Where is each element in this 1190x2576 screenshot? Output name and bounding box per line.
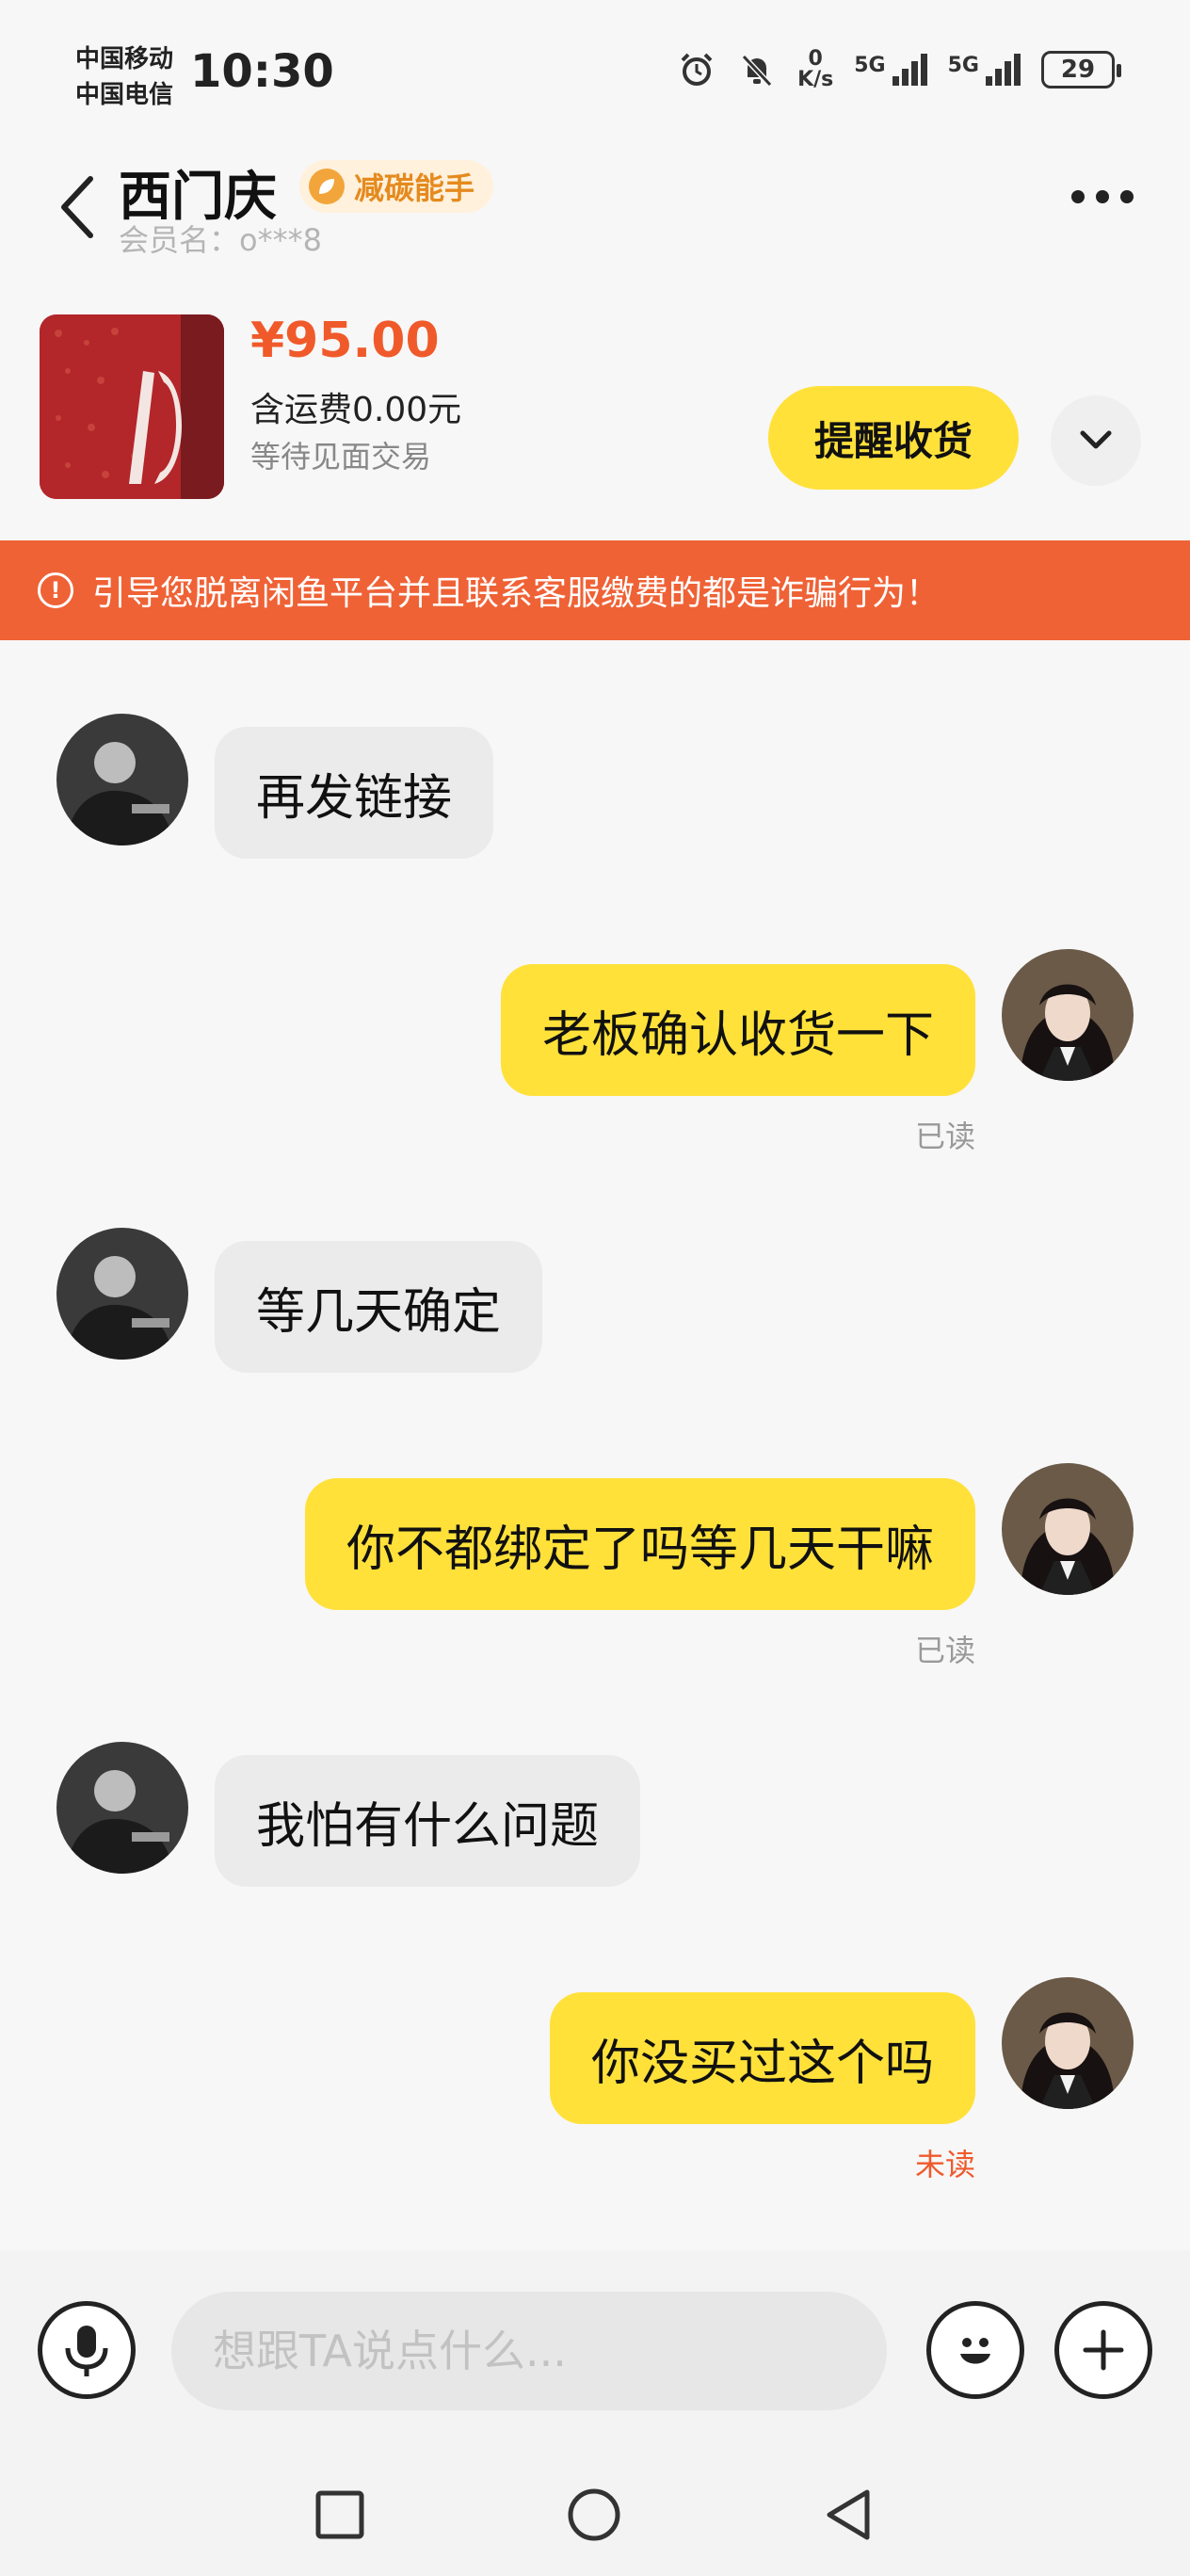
plus-icon — [1083, 2329, 1124, 2371]
mute-bell-icon — [737, 50, 777, 89]
product-card[interactable]: ¥95.00 含运费0.00元 等待见面交易 提醒收货 — [0, 292, 1190, 508]
status-bar: 中国移动 中国电信 10:30 0 K/s 5G 5G 29 — [0, 0, 1190, 141]
my-avatar[interactable] — [1002, 1463, 1134, 1595]
back-nav-button[interactable] — [815, 2482, 881, 2548]
triangle-back-icon — [827, 2489, 870, 2540]
unread-receipt: 未读 — [914, 2147, 975, 2182]
signal-1: 5G — [854, 54, 927, 86]
dot-icon — [1096, 190, 1109, 203]
chevron-left-icon — [61, 176, 93, 238]
message-bubble-outgoing[interactable]: 老板确认收货一下 — [500, 964, 975, 1096]
net-speed: 0 K/s — [797, 49, 833, 90]
status-time: 10:30 — [190, 45, 334, 98]
member-name: 会员名：o***8 — [119, 222, 322, 258]
message-input-bar — [0, 2250, 1190, 2448]
more-actions-button[interactable] — [1054, 2301, 1152, 2399]
contact-avatar[interactable] — [56, 1228, 188, 1360]
emoji-button[interactable] — [926, 2301, 1024, 2399]
message-bubble-outgoing[interactable]: 你没买过这个吗 — [549, 1992, 975, 2124]
product-price: ¥95.00 — [250, 313, 440, 369]
read-receipt: 已读 — [914, 1119, 975, 1154]
square-icon — [315, 2490, 364, 2539]
carrier-info: 中国移动 中国电信 — [75, 41, 173, 113]
recent-apps-button[interactable] — [307, 2482, 373, 2548]
shipping-fee: 含运费0.00元 — [250, 391, 462, 429]
read-receipt: 已读 — [914, 1633, 975, 1668]
microphone-icon — [65, 2326, 108, 2376]
message-bubble-incoming[interactable]: 等几天确定 — [215, 1241, 543, 1373]
leaf-icon — [309, 169, 345, 204]
chevron-down-icon — [1080, 430, 1112, 449]
smiley-icon — [960, 2338, 990, 2364]
net-speed-value: 0 — [808, 47, 823, 71]
carrier-2: 中国电信 — [75, 81, 174, 109]
fraud-warning-banner: ! 引导您脱离闲鱼平台并且联系客服缴费的都是诈骗行为！ — [0, 540, 1190, 640]
net-speed-unit: K/s — [797, 68, 834, 91]
contact-avatar[interactable] — [56, 1742, 188, 1874]
user-badge[interactable]: 减碳能手 — [299, 160, 494, 213]
my-avatar[interactable] — [1002, 949, 1134, 1081]
alarm-icon — [677, 50, 716, 89]
signal-1-label: 5G — [854, 54, 886, 77]
message-bubble-incoming[interactable]: 我怕有什么问题 — [215, 1755, 641, 1887]
expand-button[interactable] — [1051, 395, 1141, 486]
message-bubble-outgoing[interactable]: 你不都绑定了吗等几天干嘛 — [304, 1478, 975, 1610]
home-button[interactable] — [561, 2482, 627, 2548]
product-thumbnail[interactable] — [40, 314, 224, 499]
remind-receipt-button[interactable]: 提醒收货 — [768, 386, 1019, 490]
message-bubble-incoming[interactable]: 再发链接 — [215, 727, 494, 859]
my-avatar[interactable] — [1002, 1977, 1134, 2109]
warning-text: 引导您脱离闲鱼平台并且联系客服缴费的都是诈骗行为！ — [92, 574, 941, 613]
signal-2-label: 5G — [947, 54, 979, 77]
dot-icon — [1120, 190, 1134, 203]
message-input[interactable] — [171, 2292, 887, 2410]
circle-icon — [568, 2488, 620, 2541]
back-button[interactable] — [55, 169, 102, 245]
voice-button[interactable] — [38, 2301, 136, 2399]
carrier-1: 中国移动 — [75, 45, 174, 73]
order-status: 等待见面交易 — [250, 439, 432, 475]
more-options-button[interactable] — [1071, 190, 1134, 203]
signal-2: 5G — [948, 54, 1021, 86]
battery-indicator: 29 — [1041, 51, 1121, 89]
chat-header: 西门庆 减碳能手 会员名：o***8 — [0, 141, 1190, 264]
system-nav-bar — [0, 2448, 1190, 2576]
badge-label: 减碳能手 — [354, 170, 475, 206]
dot-icon — [1071, 190, 1085, 203]
exclamation-icon: ! — [38, 572, 73, 608]
contact-avatar[interactable] — [56, 714, 188, 845]
